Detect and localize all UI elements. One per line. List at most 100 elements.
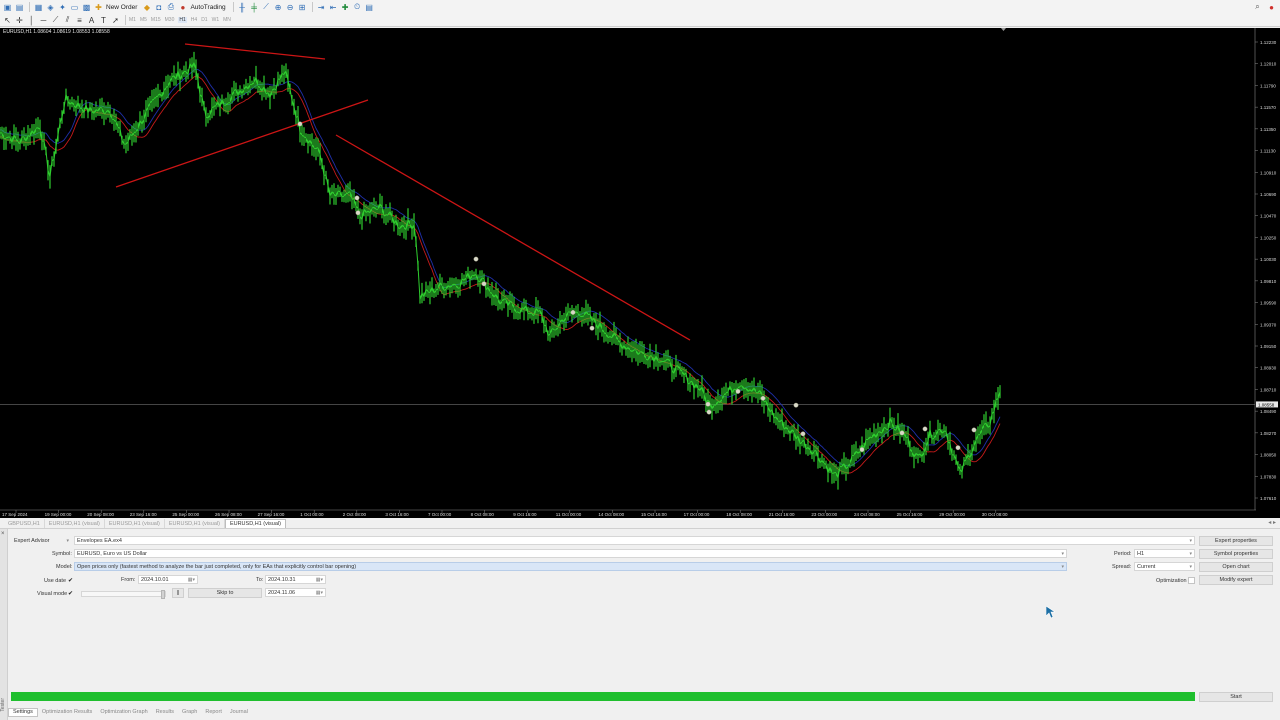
- metaeditor-icon[interactable]: ◆: [141, 2, 152, 13]
- chart-tab[interactable]: EURUSD,H1 (visual): [165, 519, 225, 528]
- autoscroll-icon[interactable]: ⇤: [328, 2, 339, 13]
- timeframe-m1[interactable]: M1: [129, 17, 136, 23]
- navigator-icon[interactable]: ✦: [57, 2, 68, 13]
- calendar-icon[interactable]: ▦▾: [188, 577, 195, 583]
- mouse-cursor-icon: [1046, 606, 1055, 618]
- tab-graph[interactable]: Graph: [178, 708, 201, 717]
- time-tick-label: 26 Sep 08:00: [215, 512, 242, 517]
- chart-tab[interactable]: GBPUSD,H1: [4, 519, 45, 528]
- new-chart-icon[interactable]: ▣: [2, 2, 13, 13]
- timeframe-m30[interactable]: M30: [165, 17, 175, 23]
- channel-icon[interactable]: ⫽: [62, 15, 73, 26]
- line-chart-icon[interactable]: ⟋: [261, 2, 272, 13]
- price-tick-label: 1.08710: [1260, 387, 1277, 392]
- price-tick-label: 1.10910: [1260, 170, 1277, 175]
- spread-select[interactable]: Current ▾: [1134, 562, 1195, 571]
- expert-advisor-select[interactable]: Envelopes EA.ex4 ▾: [74, 536, 1195, 545]
- to-date-input[interactable]: 2024.10.31 ▦▾: [265, 575, 326, 584]
- fibonacci-icon[interactable]: ≡: [74, 15, 85, 26]
- visual-speed-slider[interactable]: [81, 590, 166, 599]
- time-tick-label: 15 Oct 16:00: [641, 512, 667, 517]
- new-order-icon[interactable]: ✚: [93, 2, 104, 13]
- calendar-icon[interactable]: ▦▾: [316, 577, 323, 583]
- model-select[interactable]: Open prices only (fastest method to anal…: [74, 562, 1067, 571]
- use-date-checkbox[interactable]: ✔: [67, 577, 74, 584]
- tab-report[interactable]: Report: [201, 708, 226, 717]
- data-window-icon[interactable]: ◈: [45, 2, 56, 13]
- price-tick-label: 1.09370: [1260, 322, 1277, 327]
- optimization-checkbox[interactable]: [1188, 577, 1195, 584]
- zoom-out-icon[interactable]: ⊖: [285, 2, 296, 13]
- symbol-select[interactable]: EURUSD, Euro vs US Dollar ▾: [74, 549, 1067, 558]
- pause-button[interactable]: ||: [172, 588, 184, 598]
- terminal-icon[interactable]: ▭: [69, 2, 80, 13]
- tab-results[interactable]: Results: [152, 708, 178, 717]
- tab-scroll-arrows-icon[interactable]: ◂ ▸: [1268, 519, 1276, 526]
- timeframe-d1[interactable]: D1: [201, 17, 207, 23]
- tab-settings[interactable]: Settings: [8, 707, 38, 717]
- bar-chart-icon[interactable]: ╫: [237, 2, 248, 13]
- close-icon[interactable]: ×: [1, 531, 5, 537]
- vertical-line-icon[interactable]: │: [26, 15, 37, 26]
- symbol-label: Symbol:: [52, 551, 72, 557]
- price-chart[interactable]: 1.12230 1.12010 1.11790 1.11570 1.11350 1.111…: [0, 28, 1280, 518]
- lock-icon[interactable]: ◘: [153, 2, 164, 13]
- price-bars: [0, 51, 1001, 490]
- horizontal-line-icon[interactable]: ─: [38, 15, 49, 26]
- new-order-button[interactable]: New Order: [106, 4, 137, 11]
- tab-optimization-results[interactable]: Optimization Results: [38, 708, 96, 717]
- price-tick-label: 1.08270: [1260, 431, 1277, 436]
- notification-icon[interactable]: ●: [1266, 2, 1277, 13]
- skip-to-button[interactable]: Skip to: [188, 588, 262, 598]
- strategy-tester-icon[interactable]: ▩: [81, 2, 92, 13]
- timeframe-h4[interactable]: H4: [191, 17, 197, 23]
- trade-marker: [793, 402, 799, 408]
- chart-tab[interactable]: EURUSD,H1 (visual): [105, 519, 165, 528]
- slider-handle[interactable]: [161, 590, 165, 599]
- symbol-properties-button[interactable]: Symbol properties: [1199, 549, 1273, 559]
- modify-expert-button[interactable]: Modify expert: [1199, 575, 1273, 585]
- print-icon[interactable]: ⎙: [165, 2, 176, 13]
- cursor-icon[interactable]: ↖: [2, 15, 13, 26]
- text-icon[interactable]: A: [86, 15, 97, 26]
- skip-to-date-input[interactable]: 2024.11.06 ▦▾: [265, 588, 326, 597]
- crosshair-icon[interactable]: ✛: [14, 15, 25, 26]
- expert-type-select[interactable]: Expert Advisor ▾: [11, 536, 72, 545]
- expert-properties-button[interactable]: Expert properties: [1199, 536, 1273, 546]
- trendline-icon[interactable]: ⟋: [50, 15, 61, 26]
- tile-windows-icon[interactable]: ⊞: [297, 2, 308, 13]
- timeframe-m5[interactable]: M5: [140, 17, 147, 23]
- periods-icon[interactable]: ⏲: [352, 2, 363, 13]
- timeframe-m15[interactable]: M15: [151, 17, 161, 23]
- chart-window-tabs: GBPUSD,H1 EURUSD,H1 (visual) EURUSD,H1 (…: [0, 518, 1280, 529]
- time-tick-label: 23 Oct 00:00: [811, 512, 837, 517]
- chart-tab[interactable]: EURUSD,H1 (visual): [45, 519, 105, 528]
- indicators-icon[interactable]: ✚: [340, 2, 351, 13]
- text-label-icon[interactable]: T: [98, 15, 109, 26]
- price-tick-label: 1.10250: [1260, 235, 1277, 240]
- from-date-input[interactable]: 2024.10.01 ▦▾: [138, 575, 198, 584]
- autotrading-icon[interactable]: ●: [177, 2, 188, 13]
- period-select[interactable]: H1 ▾: [1134, 549, 1195, 558]
- timeframe-h1[interactable]: H1: [178, 17, 187, 23]
- profiles-icon[interactable]: ▤: [14, 2, 25, 13]
- timeframe-w1[interactable]: W1: [212, 17, 220, 23]
- chevron-down-icon: ▾: [66, 538, 69, 544]
- autotrading-button[interactable]: AutoTrading: [190, 4, 225, 11]
- tab-journal[interactable]: Journal: [226, 708, 252, 717]
- start-button[interactable]: Start: [1199, 692, 1273, 702]
- market-watch-icon[interactable]: ▦: [33, 2, 44, 13]
- chart-tab-active[interactable]: EURUSD,H1 (visual): [224, 519, 286, 528]
- arrows-icon[interactable]: ➚: [110, 15, 121, 26]
- candlestick-icon[interactable]: ╪: [249, 2, 260, 13]
- open-chart-button[interactable]: Open chart: [1199, 562, 1273, 572]
- calendar-icon[interactable]: ▦▾: [316, 590, 323, 596]
- chart-shift-icon[interactable]: ⇥: [316, 2, 327, 13]
- zoom-in-icon[interactable]: ⊕: [273, 2, 284, 13]
- templates-icon[interactable]: ▤: [364, 2, 375, 13]
- search-icon[interactable]: ⌕: [1252, 2, 1263, 13]
- visual-mode-checkbox[interactable]: ✔: [67, 590, 74, 597]
- timeframe-mn[interactable]: MN: [223, 17, 231, 23]
- chart-canvas[interactable]: 1.12230 1.12010 1.11790 1.11570 1.11350 1.111…: [0, 28, 1280, 518]
- tab-optimization-graph[interactable]: Optimization Graph: [96, 708, 151, 717]
